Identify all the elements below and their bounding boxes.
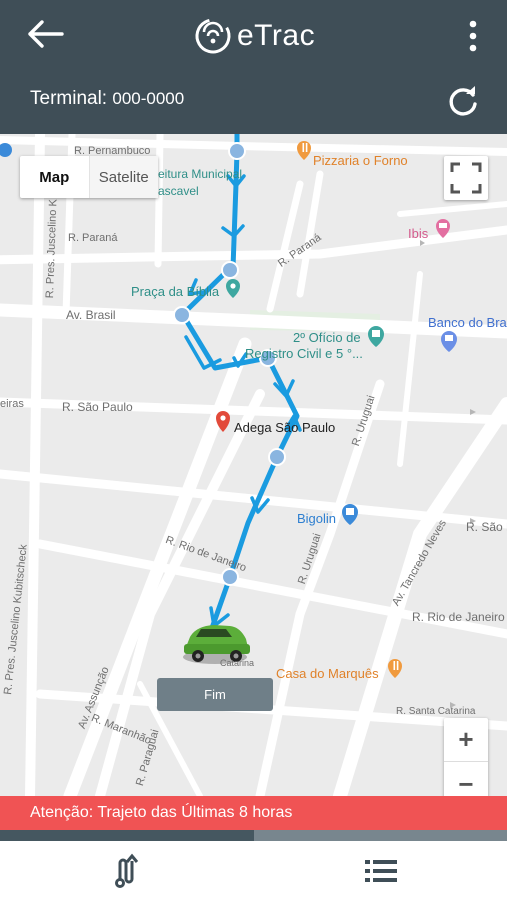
- back-arrow-icon[interactable]: [26, 16, 66, 52]
- terminal-label: Terminal:: [30, 88, 108, 109]
- fullscreen-icon: [450, 162, 482, 194]
- street-label-r-rio-de-janeiro-2: R. Rio de Janeiro: [412, 610, 505, 624]
- progress-bar-fill: [0, 830, 254, 841]
- street-label-r-santa-catarina: R. Santa Catarina: [396, 706, 476, 717]
- map-type-map-button[interactable]: Map: [20, 156, 89, 198]
- map-view[interactable]: R. Pernambuco R. Paraná R. Paraná Av. Br…: [0, 134, 507, 796]
- bottom-nav: [0, 841, 507, 900]
- map-type-toggle: Map Satelite: [20, 156, 158, 198]
- poi-label-pizzaria[interactable]: Pizzaria o Forno: [313, 153, 408, 168]
- street-label-r-parana: R. Paraná: [68, 232, 118, 244]
- alert-text: Atenção: Trajeto das Últimas 8 horas: [30, 804, 293, 821]
- terminal-info: Terminal: 000-0000: [30, 88, 184, 110]
- more-vert-icon[interactable]: [460, 18, 486, 54]
- fullscreen-button[interactable]: [444, 156, 488, 200]
- zoom-out-button[interactable]: −: [444, 762, 488, 797]
- poi-label-casa-do-marques[interactable]: Casa do Marquês: [276, 666, 379, 681]
- poi-label-ibis[interactable]: Ibis: [408, 226, 428, 241]
- zoom-controls: + −: [444, 718, 488, 796]
- app-bar: eTrac Terminal: 000-0000: [0, 0, 507, 134]
- alert-banner: Atenção: Trajeto das Últimas 8 horas: [0, 796, 507, 830]
- app-logo: eTrac: [193, 14, 315, 58]
- street-label-r-sao-p: R. São P: [466, 520, 507, 534]
- poi-label-adega-sao-paulo[interactable]: Adega São Paulo: [234, 420, 335, 435]
- poi-label-registro-civil[interactable]: Registro Civil e 5 °...: [245, 346, 363, 361]
- poi-label-prefeitura[interactable]: eitura Municipal: [158, 167, 242, 181]
- end-button[interactable]: Fim: [157, 678, 273, 711]
- list-tab[interactable]: [363, 853, 399, 889]
- poi-label-cascavel[interactable]: ascavel: [158, 184, 199, 198]
- poi-label-oficio[interactable]: 2º Ofício de: [293, 330, 361, 345]
- app-name: eTrac: [237, 19, 316, 52]
- poi-label-praca-da-biblia[interactable]: Praça da Bíblia: [131, 284, 219, 299]
- map-type-satellite-button[interactable]: Satelite: [88, 156, 158, 198]
- street-label-eiras: eiras: [0, 398, 24, 410]
- progress-bar: [0, 830, 507, 841]
- list-icon: [365, 860, 397, 882]
- street-label-av-brasil: Av. Brasil: [66, 308, 116, 322]
- etrac-signal-logo-icon: [195, 18, 231, 54]
- route-icon: [115, 853, 139, 888]
- route-tab[interactable]: [109, 853, 145, 889]
- street-label-r-sao-paulo: R. São Paulo: [62, 400, 133, 414]
- zoom-in-button[interactable]: +: [444, 718, 488, 762]
- poi-label-bigolin[interactable]: Bigolin: [297, 511, 336, 526]
- refresh-icon[interactable]: [446, 84, 480, 118]
- poi-label-banco-do-brasil[interactable]: Banco do Bra: [428, 315, 507, 330]
- street-label-catarina: Catarina: [220, 658, 255, 668]
- terminal-number: 000-0000: [112, 89, 185, 108]
